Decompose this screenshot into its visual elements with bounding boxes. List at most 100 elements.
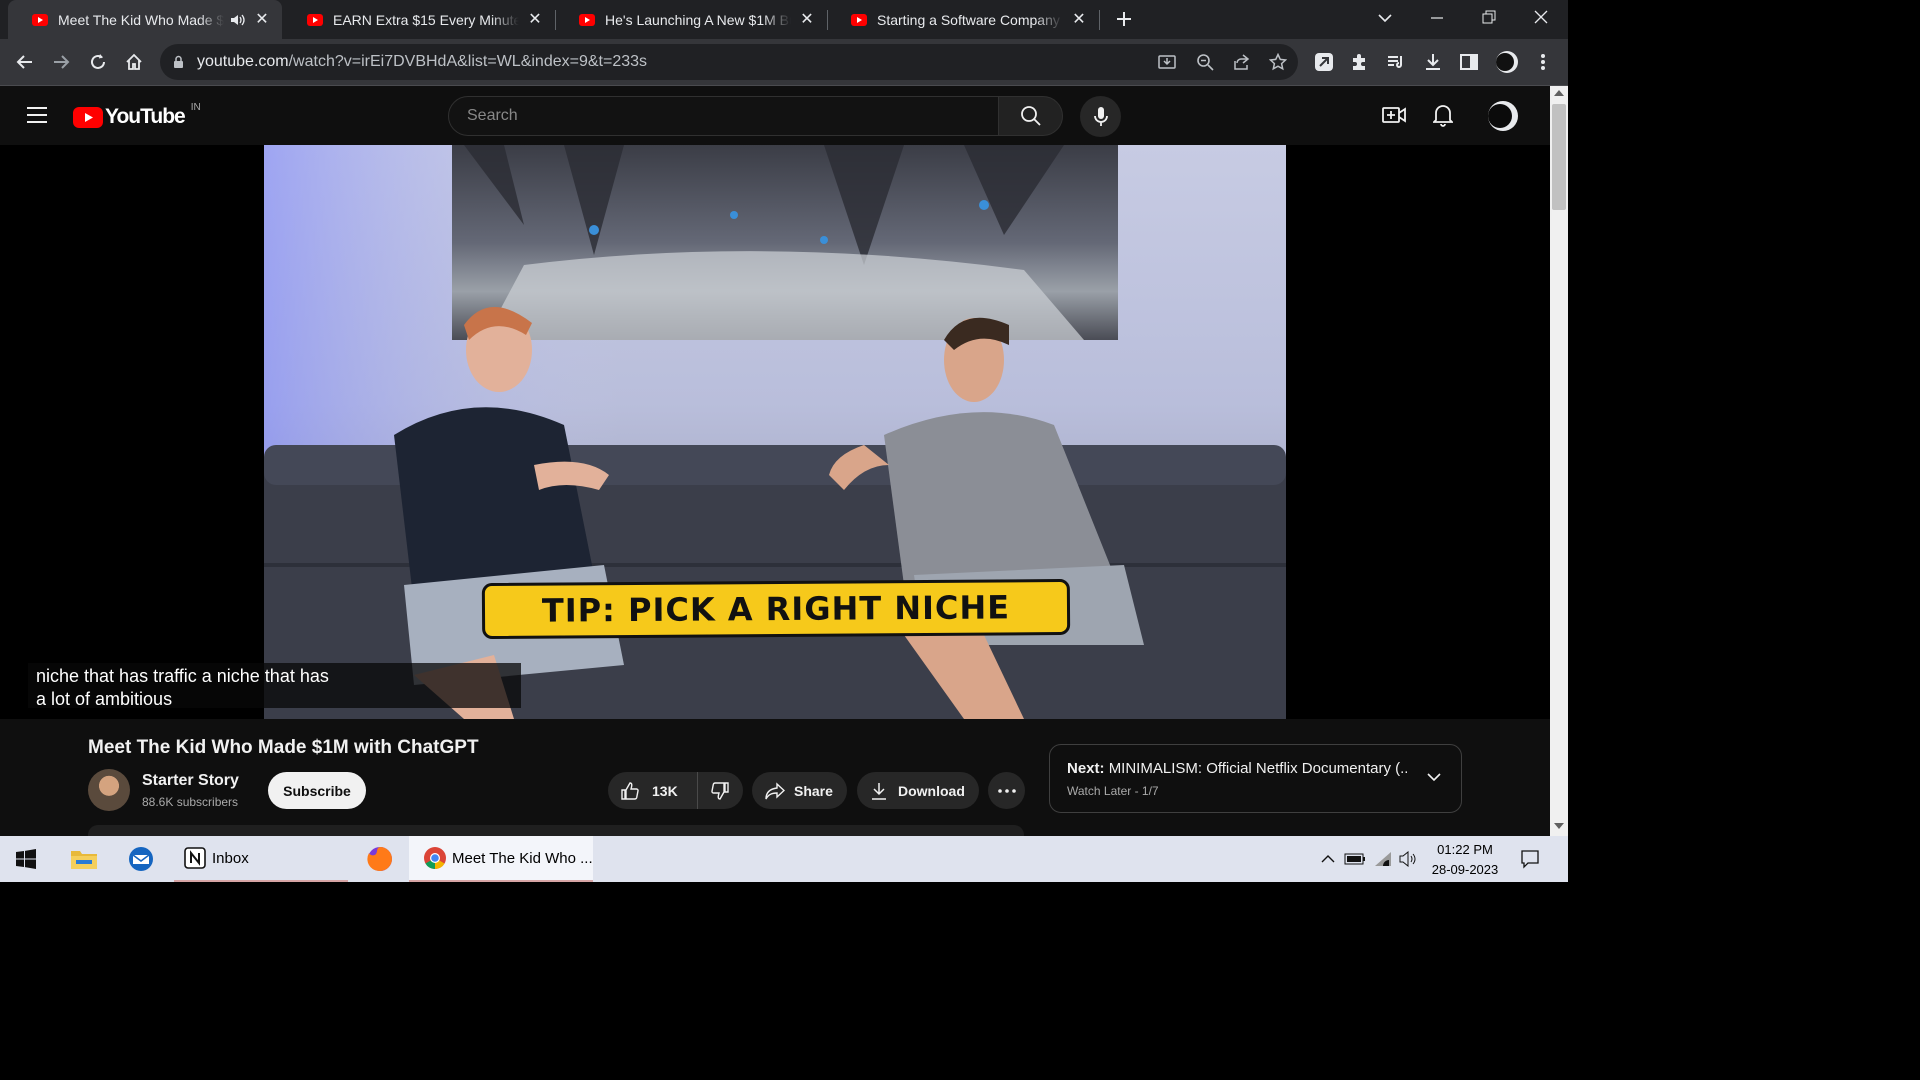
- tab-launching-business[interactable]: He's Launching A New $1M Business ✕: [555, 0, 827, 39]
- side-panel-icon[interactable]: [1454, 47, 1484, 77]
- search-button[interactable]: [998, 96, 1063, 136]
- up-next-title: Next: MINIMALISM: Official Netflix Docum…: [1067, 760, 1407, 777]
- download-label: Download: [898, 782, 965, 799]
- volume-icon[interactable]: [1399, 836, 1417, 882]
- reload-icon[interactable]: [83, 47, 113, 77]
- home-icon[interactable]: [119, 47, 149, 77]
- subscribe-button[interactable]: Subscribe: [268, 772, 366, 809]
- share-button[interactable]: Share: [752, 772, 847, 809]
- mail-app-icon[interactable]: [126, 836, 156, 882]
- restore-icon[interactable]: [1481, 9, 1497, 25]
- extensions-puzzle-icon[interactable]: [1345, 47, 1375, 77]
- youtube-favicon-icon: [579, 13, 595, 26]
- tab-software-company[interactable]: Starting a Software Company (A ✕: [827, 0, 1099, 39]
- url-host: youtube.com: [197, 53, 289, 70]
- taskbar-chrome-window[interactable]: Meet The Kid Who ...: [409, 836, 593, 882]
- taskbar-notion-inbox[interactable]: Inbox: [174, 836, 348, 882]
- browser-tab-strip: Meet The Kid Who Made $1M with ChatGPT ✕…: [0, 0, 1568, 39]
- minimize-icon[interactable]: [1429, 10, 1445, 26]
- microphone-icon: [1093, 106, 1108, 126]
- download-button[interactable]: Download: [857, 772, 979, 809]
- voice-search-button[interactable]: [1080, 96, 1121, 137]
- media-queue-icon[interactable]: [1381, 47, 1411, 77]
- closed-captions: niche that has traffic a niche that has …: [28, 663, 521, 709]
- account-avatar[interactable]: [1487, 100, 1519, 132]
- forward-arrow-icon[interactable]: [46, 47, 76, 77]
- dislike-button[interactable]: [698, 772, 742, 809]
- thumbs-down-icon: [711, 781, 729, 800]
- close-window-icon[interactable]: [1533, 9, 1549, 25]
- share-page-icon[interactable]: [1233, 53, 1251, 71]
- like-button[interactable]: 13K: [608, 772, 698, 809]
- clock-time: 01:22 PM: [1437, 842, 1493, 857]
- close-tab-icon[interactable]: ✕: [1071, 11, 1087, 28]
- youtube-header: YouTube IN: [0, 86, 1550, 145]
- youtube-logo[interactable]: YouTube IN: [73, 101, 201, 129]
- tab-search-chevron-icon[interactable]: [1377, 12, 1393, 24]
- share-arrow-icon: [765, 781, 785, 799]
- youtube-wordmark: YouTube: [105, 105, 186, 128]
- downloads-icon[interactable]: [1418, 47, 1448, 77]
- hamburger-menu-icon[interactable]: [26, 106, 48, 124]
- windows-taskbar: Inbox Meet The Kid Who ... 01:22 PM 28-0…: [0, 836, 1568, 882]
- share-label: Share: [794, 782, 833, 799]
- start-windows-icon[interactable]: [16, 836, 36, 882]
- tab-title: EARN Extra $15 Every Minute SEL: [333, 11, 519, 28]
- notifications-bell-icon[interactable]: [1433, 103, 1453, 127]
- speaker-icon[interactable]: [230, 13, 246, 27]
- notification-center-icon[interactable]: [1520, 836, 1540, 882]
- url-path: /watch?v=irEi7DVBHdA&list=WL&index=9&t=2…: [288, 53, 648, 70]
- description-box[interactable]: [88, 825, 1024, 836]
- video-details: Meet The Kid Who Made $1M with ChatGPT S…: [0, 719, 1550, 836]
- caption-line-1: niche that has traffic a niche that has: [36, 666, 329, 686]
- close-tab-icon[interactable]: ✕: [799, 11, 815, 28]
- profile-avatar[interactable]: [1492, 47, 1522, 77]
- zoom-icon[interactable]: [1196, 53, 1214, 71]
- notion-icon: [184, 847, 206, 869]
- subscriber-count: 88.6K subscribers: [142, 795, 239, 809]
- extension-app-icon[interactable]: [1309, 47, 1339, 77]
- chrome-icon: [424, 847, 446, 869]
- tip-overlay-banner: TIP: PICK A RIGHT NICHE: [481, 578, 1071, 640]
- bookmark-star-icon[interactable]: [1269, 53, 1287, 71]
- chevron-down-icon[interactable]: [1427, 772, 1441, 782]
- wifi-icon[interactable]: [1374, 836, 1392, 882]
- close-tab-icon[interactable]: ✕: [254, 11, 270, 28]
- file-explorer-icon[interactable]: [70, 836, 98, 882]
- address-bar[interactable]: youtube.com/watch?v=irEi7DVBHdA&list=WL&…: [160, 44, 1298, 80]
- youtube-favicon-icon: [32, 13, 48, 26]
- new-tab-icon[interactable]: [1114, 9, 1134, 29]
- create-video-icon[interactable]: [1382, 104, 1406, 126]
- url-text: youtube.com/watch?v=irEi7DVBHdA&list=WL&…: [197, 53, 647, 71]
- youtube-favicon-icon: [851, 13, 867, 26]
- scroll-up-arrow-icon[interactable]: [1554, 90, 1564, 96]
- taskbar-notion-label: Inbox: [212, 849, 249, 867]
- tab-title: Meet The Kid Who Made $1M with ChatGPT: [58, 11, 224, 28]
- channel-avatar[interactable]: [88, 769, 130, 811]
- search-box[interactable]: [448, 96, 999, 136]
- video-player[interactable]: TIP: PICK A RIGHT NICHE niche that has t…: [0, 145, 1550, 719]
- show-hidden-icons-chevron-icon[interactable]: [1321, 836, 1335, 882]
- lock-icon[interactable]: [173, 55, 184, 69]
- up-next-prefix: Next:: [1067, 760, 1105, 777]
- system-clock[interactable]: 01:22 PM 28-09-2023: [1420, 840, 1510, 880]
- thumbs-up-icon: [621, 781, 639, 800]
- scrollbar-thumb[interactable]: [1552, 104, 1566, 210]
- firefox-icon[interactable]: [366, 836, 394, 882]
- scroll-down-arrow-icon[interactable]: [1554, 823, 1564, 829]
- like-count: 13K: [652, 782, 678, 799]
- more-actions-button[interactable]: [988, 772, 1025, 809]
- up-next-panel[interactable]: Next: MINIMALISM: Official Netflix Docum…: [1049, 744, 1462, 813]
- video-frame[interactable]: TIP: PICK A RIGHT NICHE: [264, 145, 1286, 719]
- chrome-menu-icon[interactable]: [1528, 47, 1558, 77]
- install-app-icon[interactable]: [1158, 53, 1176, 71]
- channel-name[interactable]: Starter Story: [142, 772, 239, 790]
- page-scrollbar[interactable]: [1550, 86, 1568, 836]
- region-code: IN: [190, 101, 201, 113]
- tab-meet-the-kid[interactable]: Meet The Kid Who Made $1M with ChatGPT ✕: [8, 0, 282, 39]
- back-arrow-icon[interactable]: [10, 47, 40, 77]
- tab-earn-extra[interactable]: EARN Extra $15 Every Minute SEL ✕: [283, 0, 555, 39]
- battery-icon[interactable]: [1344, 836, 1366, 882]
- search-input[interactable]: [467, 107, 967, 125]
- close-tab-icon[interactable]: ✕: [527, 11, 543, 28]
